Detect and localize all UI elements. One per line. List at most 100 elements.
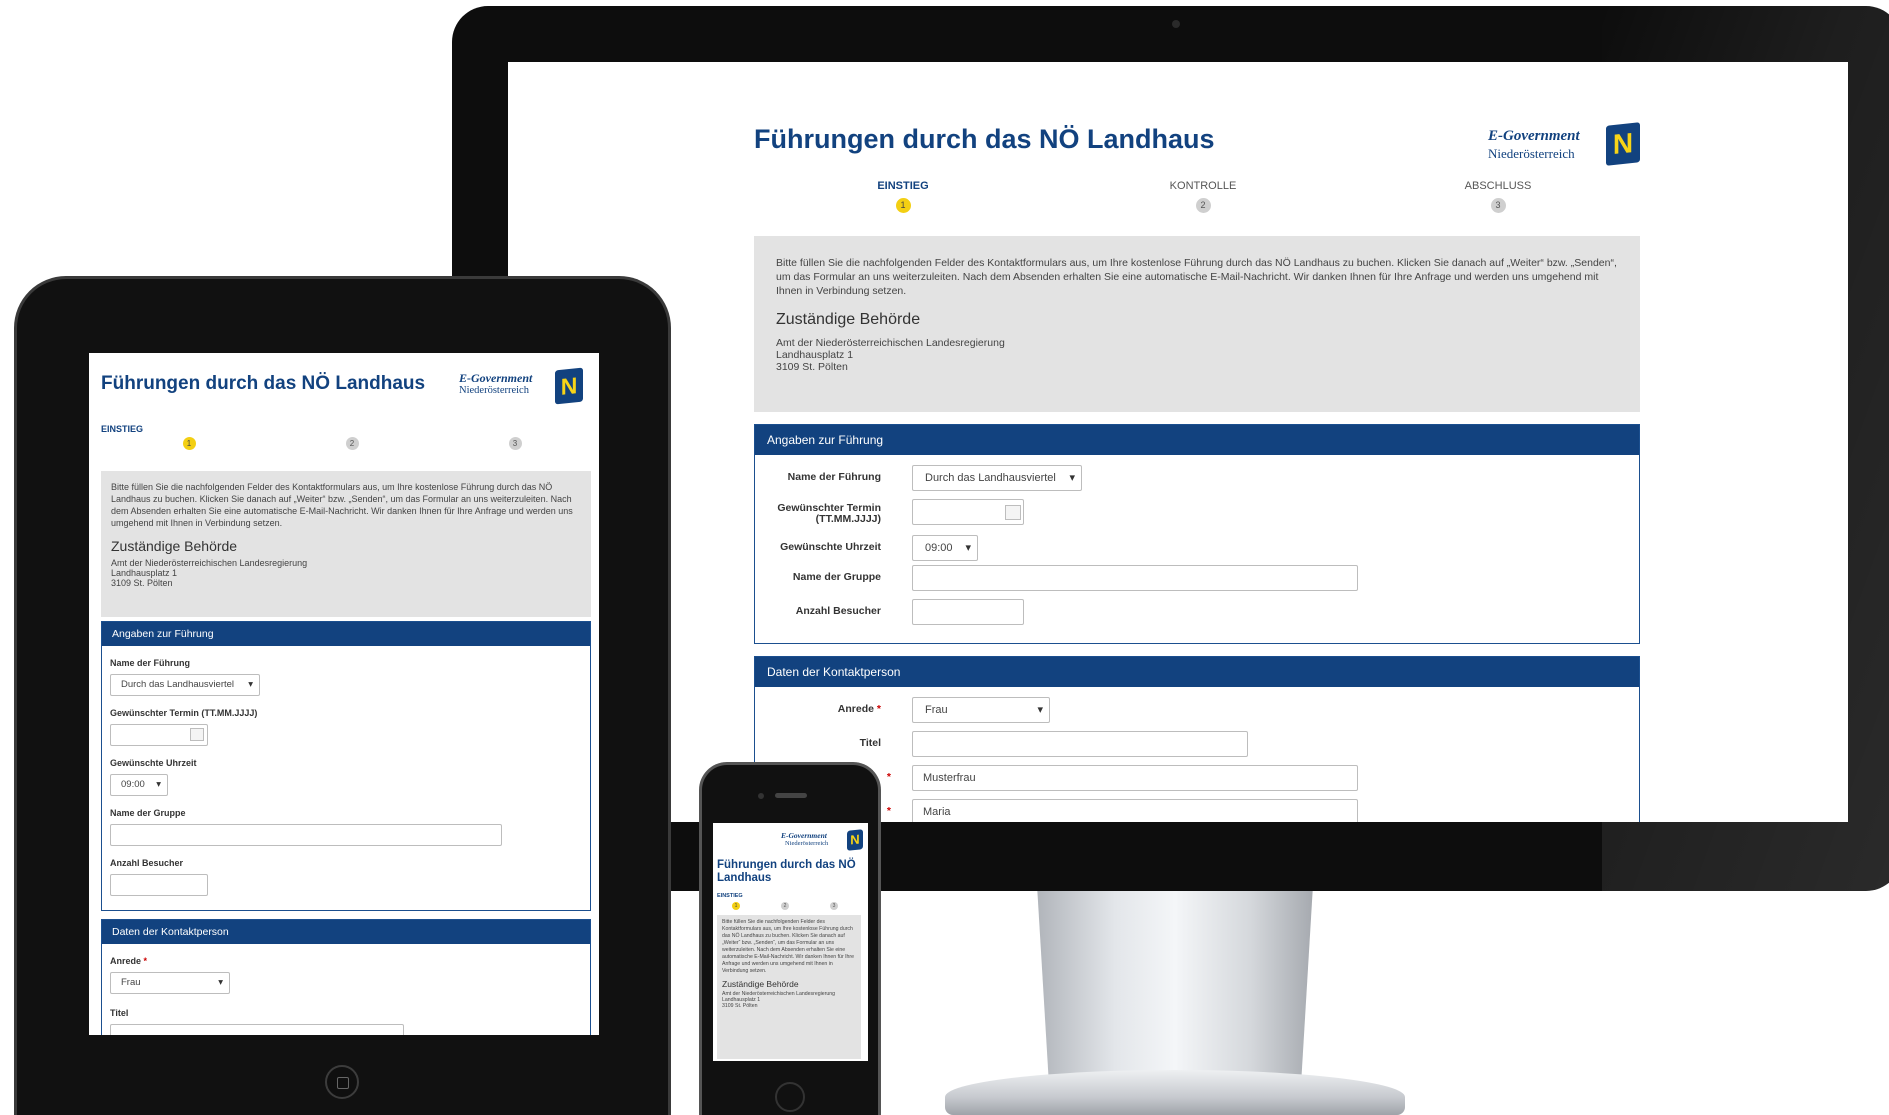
tour-name-value: Durch das Landhausviertel [925, 472, 1056, 484]
lastname-value: Musterfrau [923, 772, 976, 784]
step-einstieg: EINSTIEG 1 [863, 180, 943, 213]
salutation-select[interactable]: Frau [912, 697, 1050, 723]
tour-name-label: Name der Führung [110, 658, 191, 668]
time-label: Gewünschte Uhrzeit [780, 541, 881, 553]
title-input[interactable] [110, 1024, 404, 1035]
title-label: Titel [859, 737, 881, 749]
phone-step-1: 1 [730, 896, 742, 910]
tablet-contact-panel: Daten der Kontaktperson Anrede * Frau Ti… [101, 919, 591, 1035]
phone-screen: E-Government Niederösterreich N Führunge… [713, 823, 868, 1061]
logo-n-badge: N [1606, 122, 1640, 166]
firstname-input[interactable]: Maria [912, 799, 1358, 822]
monitor-camera [1172, 20, 1180, 28]
salutation-label-text: Anrede [110, 956, 142, 966]
tour-name-select[interactable]: Durch das Landhausviertel [110, 674, 260, 696]
logo-line1: E-Government [781, 831, 827, 840]
required-mark: * [143, 956, 148, 966]
address-line: 3109 St. Pölten [722, 1003, 758, 1010]
tablet-tour-panel: Angaben zur Führung Name der Führung Dur… [101, 621, 591, 911]
phone-camera [758, 793, 764, 799]
salutation-label: Anrede * [755, 703, 881, 715]
firstname-value: Maria [923, 806, 951, 818]
step-number: 1 [895, 198, 911, 213]
monitor-stand-base [945, 1070, 1405, 1115]
egov-logo: E-Government Niederösterreich N [459, 367, 589, 415]
group-input[interactable] [110, 824, 502, 846]
logo-line1: E-Government [1488, 128, 1580, 144]
group-label: Name der Gruppe [792, 571, 881, 583]
address-line: Amt der Niederösterreichischen Landesreg… [776, 336, 1005, 349]
contact-panel-heading: Daten der Kontaktperson [755, 657, 1639, 687]
logo-n-badge: N [555, 367, 583, 405]
phone-step-2: 2 [779, 896, 791, 910]
address-line: 3109 St. Pölten [776, 360, 848, 373]
time-select[interactable]: 09:00 [110, 774, 168, 796]
tour-panel-heading: Angaben zur Führung [755, 425, 1639, 455]
step-number: 2 [1195, 198, 1211, 213]
salutation-value: Frau [925, 704, 948, 716]
calendar-icon[interactable] [1005, 505, 1021, 520]
address-line: 3109 St. Pölten [111, 577, 173, 588]
tablet-screen: Führungen durch das NÖ Landhaus E-Govern… [89, 353, 599, 1035]
step-label: EINSTIEG [877, 180, 929, 192]
intro-text: Bitte füllen Sie die nachfolgenden Felde… [111, 482, 573, 529]
tablet-intro-box: Bitte füllen Sie die nachfolgenden Felde… [101, 471, 591, 617]
tour-name-select[interactable]: Durch das Landhausviertel [912, 465, 1082, 491]
authority-heading: Zuständige Behörde [722, 979, 799, 990]
phone-home-button [775, 1082, 805, 1112]
phone-intro-box: Bitte füllen Sie die nachfolgenden Felde… [717, 915, 861, 1059]
group-input[interactable] [912, 565, 1358, 591]
tour-panel-heading: Angaben zur Führung [102, 622, 590, 646]
visitors-input[interactable] [912, 599, 1024, 625]
step-number: 3 [508, 437, 522, 450]
step-label: KONTROLLE [1169, 180, 1237, 192]
egov-logo: E-Government Niederösterreich N [1488, 122, 1640, 178]
desktop-screen: Führungen durch das NÖ Landhaus E-Govern… [508, 62, 1848, 822]
logo-line2: Niederösterreich [785, 840, 829, 847]
step-number: 2 [781, 902, 789, 910]
step-abschluss: ABSCHLUSS 3 [1453, 180, 1543, 213]
logo-line1: E-Government [459, 371, 533, 385]
address-line: Amt der Niederösterreichischen Landesreg… [111, 557, 308, 568]
address-line: Landhausplatz 1 [111, 567, 178, 578]
lastname-input[interactable]: Musterfrau [912, 765, 1358, 791]
contact-panel-heading: Daten der Kontaktperson [102, 920, 590, 944]
phone-step-3: 3 [828, 896, 840, 910]
calendar-icon[interactable] [190, 728, 204, 741]
logo-n-badge: N [847, 829, 863, 851]
salutation-select[interactable]: Frau [110, 972, 230, 994]
required-mark: * [876, 703, 881, 715]
step-number: 2 [345, 437, 359, 450]
tablet-step-3: 3 [500, 431, 530, 450]
date-label: Gewünschter Termin (TT.MM.JJJJ) [110, 708, 258, 718]
intro-text: Bitte füllen Sie die nachfolgenden Felde… [722, 919, 855, 975]
step-number: 1 [182, 437, 196, 450]
step-number: 3 [830, 902, 838, 910]
visitors-label: Anzahl Besucher [795, 605, 881, 617]
tablet-step-2: 2 [337, 431, 367, 450]
time-value: 09:00 [925, 542, 953, 554]
logo-line2: Niederösterreich [1488, 146, 1575, 161]
intro-text: Bitte füllen Sie die nachfolgenden Felde… [776, 257, 1617, 298]
intro-box: Bitte füllen Sie die nachfolgenden Felde… [754, 236, 1640, 412]
logo-line2: Niederösterreich [459, 385, 529, 396]
tablet-step-1: 1 [174, 431, 204, 450]
contact-panel: Daten der Kontaktperson Anrede * Frau Ti… [754, 656, 1640, 822]
time-select[interactable]: 09:00 [912, 535, 978, 561]
title-input[interactable] [912, 731, 1248, 757]
authority-heading: Zuständige Behörde [111, 537, 238, 554]
monitor-stand-neck [1037, 885, 1313, 1085]
title-label: Titel [110, 1008, 129, 1018]
step-label: ABSCHLUSS [1464, 180, 1532, 192]
salutation-label: Anrede * [110, 956, 147, 966]
tour-name-label: Name der Führung [787, 471, 881, 483]
visitors-input[interactable] [110, 874, 208, 896]
tour-name-value: Durch das Landhausviertel [121, 679, 235, 690]
egov-logo: E-Government Niederösterreich N [781, 829, 865, 855]
tour-panel: Angaben zur Führung Name der Führung Dur… [754, 424, 1640, 644]
time-value: 09:00 [121, 779, 145, 790]
salutation-label-text: Anrede [837, 703, 874, 715]
visitors-label: Anzahl Besucher [110, 858, 184, 868]
phone-page-title: Führungen durch das NÖ Landhaus [717, 859, 856, 885]
address-line: Landhausplatz 1 [776, 348, 854, 361]
